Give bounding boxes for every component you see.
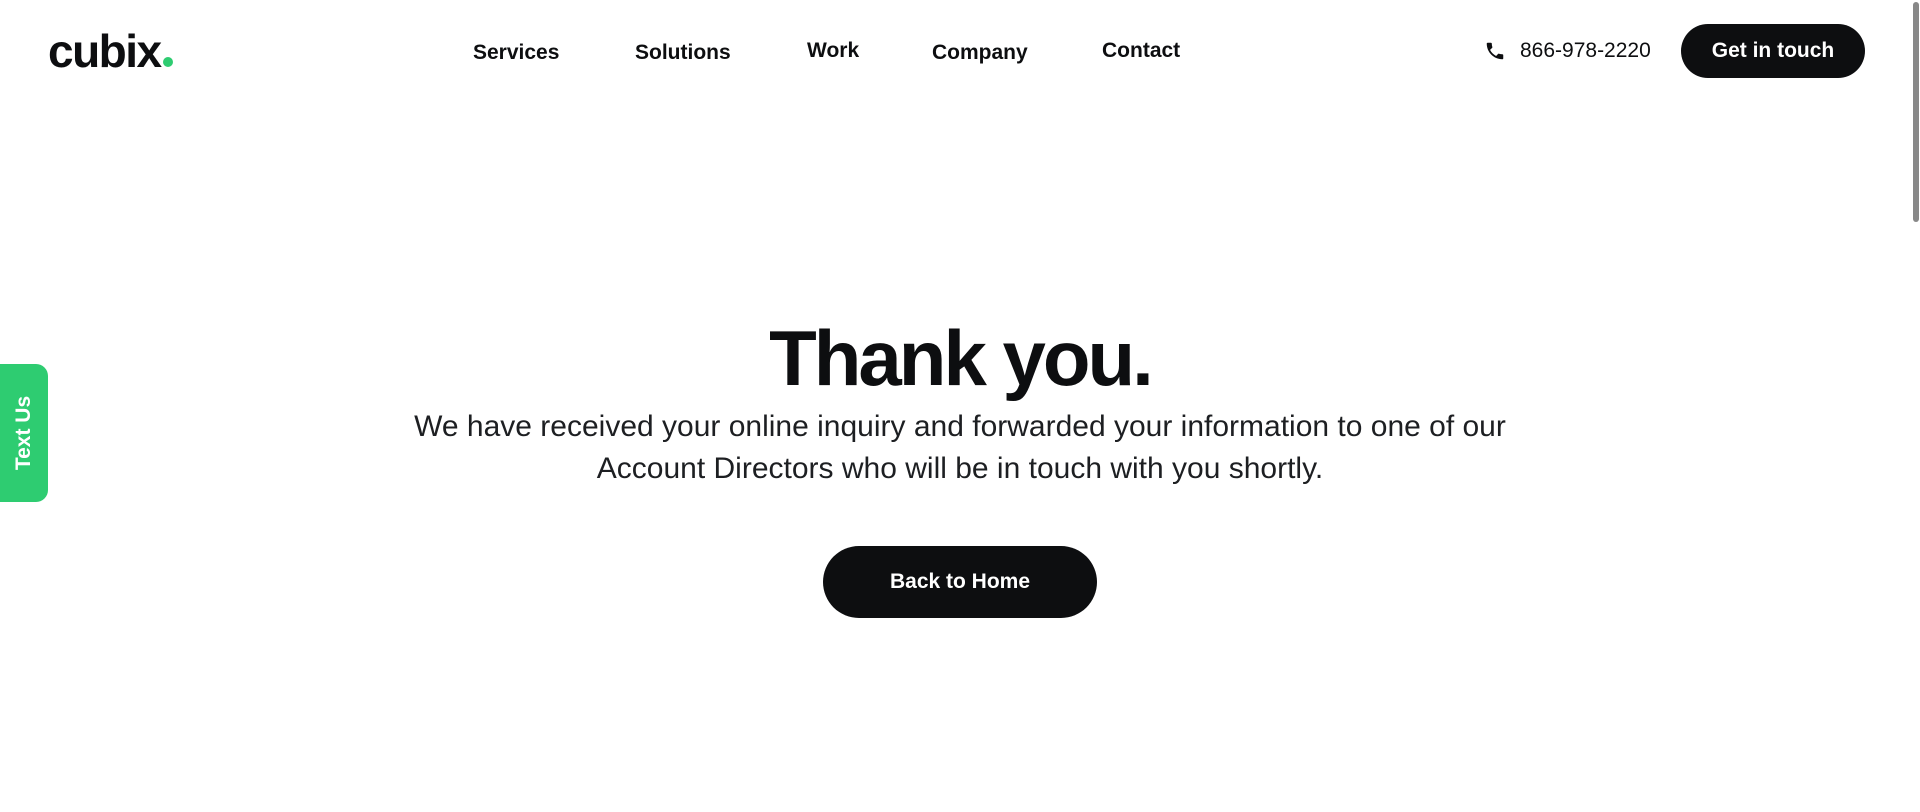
confirmation-message: We have received your online inquiry and… [414, 410, 1506, 485]
page-title: Thank you. [769, 314, 1154, 402]
nav-item-work[interactable]: Work [807, 36, 859, 66]
nav-item-contact[interactable]: Contact [1102, 36, 1180, 66]
nav-item-services[interactable]: Services [473, 38, 559, 68]
nav-item-solutions[interactable]: Solutions [635, 38, 731, 68]
phone-icon [1486, 42, 1504, 60]
phone-number: 866-978-2220 [1520, 39, 1651, 62]
nav-item-company[interactable]: Company [932, 38, 1028, 68]
get-in-touch-button[interactable]: Get in touch [1681, 24, 1865, 78]
site-header: cubix Services Solutions Work Company Co… [0, 0, 1920, 102]
back-to-home-button[interactable]: Back to Home [823, 546, 1097, 618]
phone-link[interactable]: 866-978-2220 [1484, 36, 1651, 66]
thank-you-page: cubix Services Solutions Work Company Co… [0, 0, 1920, 812]
scrollbar[interactable] [1911, 0, 1920, 812]
main-content: Thank you. We have received your online … [0, 310, 1920, 618]
scrollbar-thumb[interactable] [1913, 2, 1919, 222]
